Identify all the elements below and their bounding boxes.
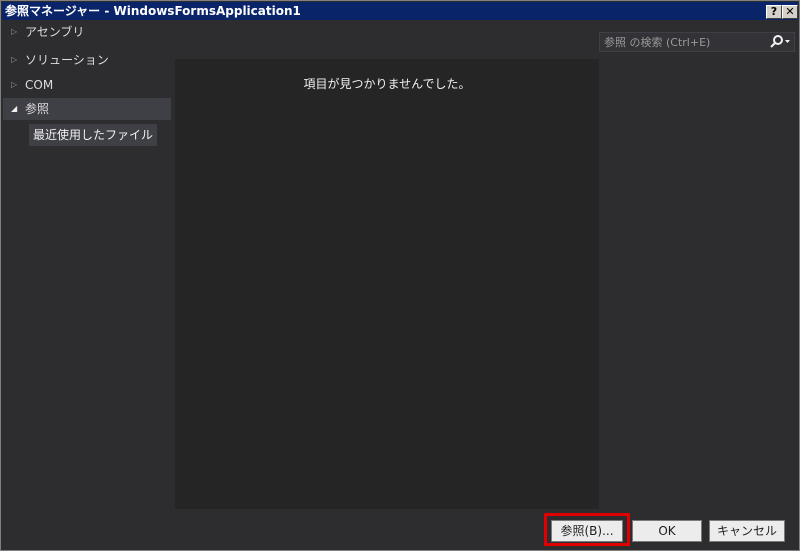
cancel-button[interactable]: キャンセル bbox=[709, 520, 785, 542]
search-icon[interactable] bbox=[768, 34, 792, 50]
window-title: 参照マネージャー - WindowsFormsApplication1 bbox=[5, 4, 301, 18]
search-box[interactable] bbox=[599, 32, 795, 52]
expand-arrow-icon: ▷ bbox=[11, 27, 18, 36]
expand-arrow-icon: ▷ bbox=[11, 80, 18, 89]
category-sidebar: ▷ アセンブリ ▷ ソリューション ▷ COM ◢ 参照 最近使用したファイル bbox=[3, 21, 171, 511]
sidebar-item-com[interactable]: ▷ COM bbox=[3, 74, 171, 96]
reference-manager-window: 参照マネージャー - WindowsFormsApplication1 ? ✕ … bbox=[0, 0, 800, 551]
sidebar-item-label: 参照 bbox=[25, 102, 50, 116]
ok-button[interactable]: OK bbox=[632, 520, 702, 542]
dialog-button-bar: 参照(B)... OK キャンセル bbox=[3, 511, 797, 548]
collapse-arrow-icon: ◢ bbox=[11, 104, 18, 113]
close-button[interactable]: ✕ bbox=[782, 5, 798, 19]
reference-list-panel: 項目が見つかりませんでした。 bbox=[175, 59, 599, 509]
sidebar-item-solution[interactable]: ▷ ソリューション bbox=[3, 49, 171, 71]
sidebar-item-label: COM bbox=[25, 78, 54, 92]
search-input[interactable] bbox=[604, 34, 754, 50]
empty-list-message: 項目が見つかりませんでした。 bbox=[303, 77, 471, 91]
dialog-client-area: ▷ アセンブリ ▷ ソリューション ▷ COM ◢ 参照 最近使用したファイル … bbox=[3, 21, 797, 548]
browse-button[interactable]: 参照(B)... bbox=[551, 520, 623, 542]
sidebar-item-label: アセンブリ bbox=[25, 25, 85, 39]
title-bar: 参照マネージャー - WindowsFormsApplication1 ? ✕ bbox=[2, 2, 798, 20]
help-button[interactable]: ? bbox=[766, 5, 782, 19]
sidebar-item-browse[interactable]: ◢ 参照 bbox=[3, 98, 171, 120]
sidebar-item-recent-files[interactable]: 最近使用したファイル bbox=[29, 124, 158, 146]
sidebar-item-label: ソリューション bbox=[25, 53, 109, 67]
expand-arrow-icon: ▷ bbox=[11, 55, 18, 64]
sidebar-item-assemblies[interactable]: ▷ アセンブリ bbox=[3, 21, 171, 43]
